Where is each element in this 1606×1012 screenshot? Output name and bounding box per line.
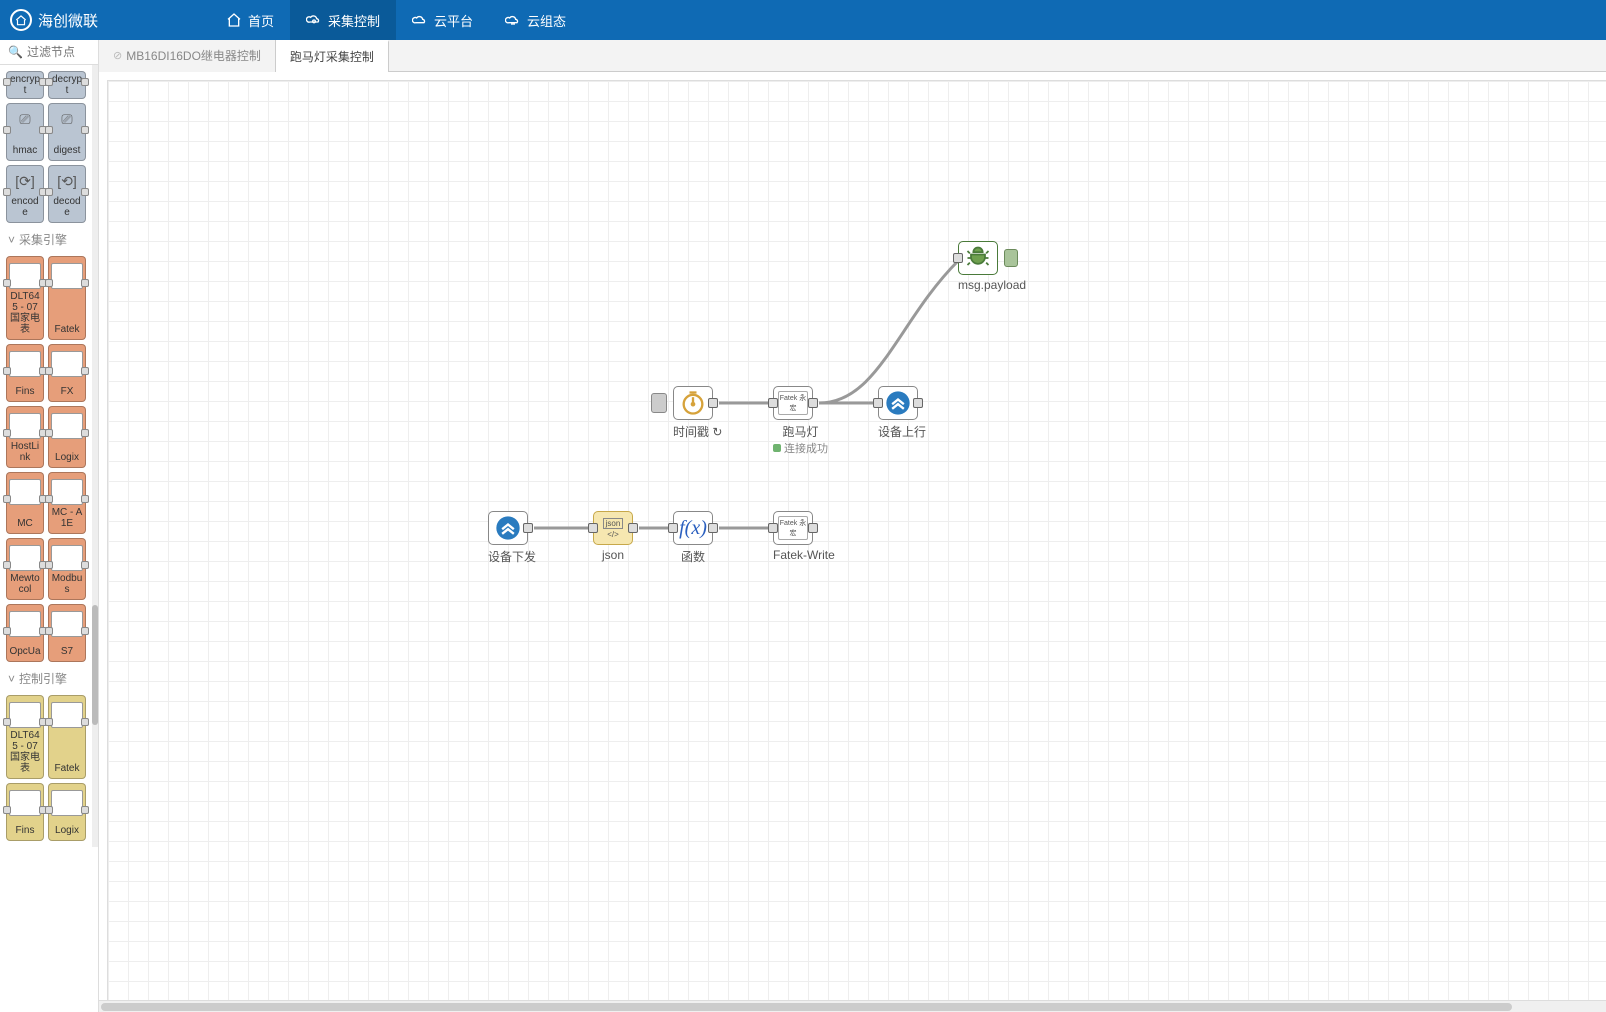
digest-icon: ⎚: [54, 108, 80, 130]
chip-icon: [9, 479, 41, 505]
palette-node-decrypt[interactable]: decrypt: [48, 71, 86, 99]
function-icon: f(x): [679, 517, 707, 540]
node-status: 连接成功: [773, 440, 828, 456]
tab-relay[interactable]: MB16DI16DO继电器控制: [99, 40, 276, 72]
palette-node-decode[interactable]: [⟲]decode: [48, 165, 86, 223]
palette-node-hostlink[interactable]: HostLink: [6, 406, 44, 468]
node-downlink[interactable]: 设备下发: [488, 511, 536, 565]
debug-toggle[interactable]: [1004, 249, 1018, 267]
section-collect-grid: DLT645 - 07 国家电表 Fatek Fins FX HostLink …: [4, 254, 88, 664]
node-json[interactable]: json</> json: [593, 511, 633, 562]
palette-node-fatek[interactable]: Fatek: [48, 256, 86, 340]
palette-node-fx[interactable]: FX: [48, 344, 86, 402]
chip-icon: [51, 413, 83, 439]
cloud-cog-icon: [306, 12, 322, 28]
palette-node-logix[interactable]: Logix: [48, 406, 86, 468]
nav-scada[interactable]: 云组态: [489, 0, 582, 40]
section-control-engine[interactable]: ˅控制引擎: [4, 664, 88, 693]
encode-icon: [⟳]: [12, 170, 38, 192]
upload-icon: [884, 389, 912, 417]
palette-node-dlt645[interactable]: DLT645 - 07 国家电表: [6, 256, 44, 340]
cloud-link-icon: [505, 12, 521, 28]
fatek-chip-icon: Fatek 永宏: [778, 516, 808, 540]
chevron-down-icon: ˅: [8, 672, 15, 686]
palette-node-mc[interactable]: MC: [6, 472, 44, 534]
chip-icon: [9, 611, 41, 637]
palette-node-encrypt[interactable]: encrypt: [6, 71, 44, 99]
chip-icon: [51, 702, 83, 728]
palette-node-mewtocol[interactable]: Mewtocol: [6, 538, 44, 600]
hmac-icon: ⎚: [12, 108, 38, 130]
brand-icon: [10, 9, 32, 31]
palette-node-hmac[interactable]: ⎚hmac: [6, 103, 44, 161]
node-uplink[interactable]: 设备上行: [878, 386, 926, 440]
flow-tabs: MB16DI16DO继电器控制 跑马灯采集控制 + ▾: [99, 40, 1606, 72]
section-control-grid: DLT645 - 07 国家电表 Fatek Fins Logix: [4, 693, 88, 843]
wires: [108, 81, 1606, 1000]
node-fatek-read[interactable]: Fatek 永宏 跑马灯 连接成功: [773, 386, 828, 456]
section-collect-engine[interactable]: ˅采集引擎: [4, 225, 88, 254]
palette-node-fins-w[interactable]: Fins: [6, 783, 44, 841]
node-debug[interactable]: msg.payload: [958, 241, 1026, 292]
palette-node-dlt645-w[interactable]: DLT645 - 07 国家电表: [6, 695, 44, 779]
timer-icon: [679, 389, 707, 417]
chip-icon: [9, 263, 41, 289]
chip-icon: [51, 545, 83, 571]
chip-icon: [51, 351, 83, 377]
canvas-scrollbar-h[interactable]: [99, 1000, 1606, 1012]
bug-icon: [963, 244, 993, 272]
download-icon: [494, 514, 522, 542]
chip-icon: [9, 790, 41, 816]
chevron-down-icon: ˅: [8, 233, 15, 247]
home-icon: [226, 12, 242, 28]
brand-name: 海创微联: [38, 10, 98, 31]
fatek-chip-icon: Fatek 永宏: [778, 391, 808, 415]
nav-collect[interactable]: 采集控制: [290, 0, 396, 40]
repeat-icon: ↻: [712, 425, 722, 439]
search-icon: 🔍: [8, 45, 23, 59]
palette-node-fatek-w[interactable]: Fatek: [48, 695, 86, 779]
tab-marquee[interactable]: 跑马灯采集控制: [276, 40, 389, 72]
palette: encrypt decrypt ⎚hmac ⎚digest [⟳]encode …: [0, 65, 92, 847]
chip-icon: [51, 263, 83, 289]
palette-node-modbus[interactable]: Modbus: [48, 538, 86, 600]
search-input[interactable]: [27, 45, 90, 59]
palette-scrollbar[interactable]: [92, 65, 98, 847]
node-fatek-write[interactable]: Fatek 永宏 Fatek-Write: [773, 511, 835, 562]
node-function[interactable]: f(x) 函数: [673, 511, 713, 565]
workspace: MB16DI16DO继电器控制 跑马灯采集控制 + ▾: [99, 40, 1606, 1012]
chip-icon: [9, 413, 41, 439]
palette-node-opcua[interactable]: OpcUa: [6, 604, 44, 662]
cloud-icon: [412, 12, 428, 28]
nav-home[interactable]: 首页: [210, 0, 290, 40]
main-nav: 首页 采集控制 云平台 云组态: [210, 0, 582, 40]
json-icon: json</>: [603, 518, 624, 539]
nav-cloud[interactable]: 云平台: [396, 0, 489, 40]
main-area: 🔍 encrypt decrypt ⎚hmac ⎚digest [⟳]encod…: [0, 40, 1606, 1012]
chip-icon: [51, 611, 83, 637]
inject-button[interactable]: [651, 393, 667, 413]
palette-node-encode[interactable]: [⟳]encode: [6, 165, 44, 223]
chip-icon: [9, 545, 41, 571]
decode-icon: [⟲]: [54, 170, 80, 192]
palette-node-s7[interactable]: S7: [48, 604, 86, 662]
chip-icon: [51, 790, 83, 816]
app-header: 海创微联 首页 采集控制 云平台 云组态: [0, 0, 1606, 40]
brand: 海创微联: [10, 9, 210, 31]
palette-search[interactable]: 🔍: [0, 40, 98, 65]
chip-icon: [9, 702, 41, 728]
node-inject[interactable]: 时间戳 ↻: [673, 386, 722, 440]
flow-canvas[interactable]: msg.payload 时间戳 ↻ Fatek 永宏 跑马: [107, 80, 1606, 1000]
palette-node-mc-a1e[interactable]: MC - A1E: [48, 472, 86, 534]
palette-node-logix-w[interactable]: Logix: [48, 783, 86, 841]
palette-node-digest[interactable]: ⎚digest: [48, 103, 86, 161]
canvas-viewport[interactable]: msg.payload 时间戳 ↻ Fatek 永宏 跑马: [99, 72, 1606, 1000]
chip-icon: [51, 479, 83, 505]
chip-icon: [9, 351, 41, 377]
palette-node-fins[interactable]: Fins: [6, 344, 44, 402]
palette-sidebar: 🔍 encrypt decrypt ⎚hmac ⎚digest [⟳]encod…: [0, 40, 99, 1012]
